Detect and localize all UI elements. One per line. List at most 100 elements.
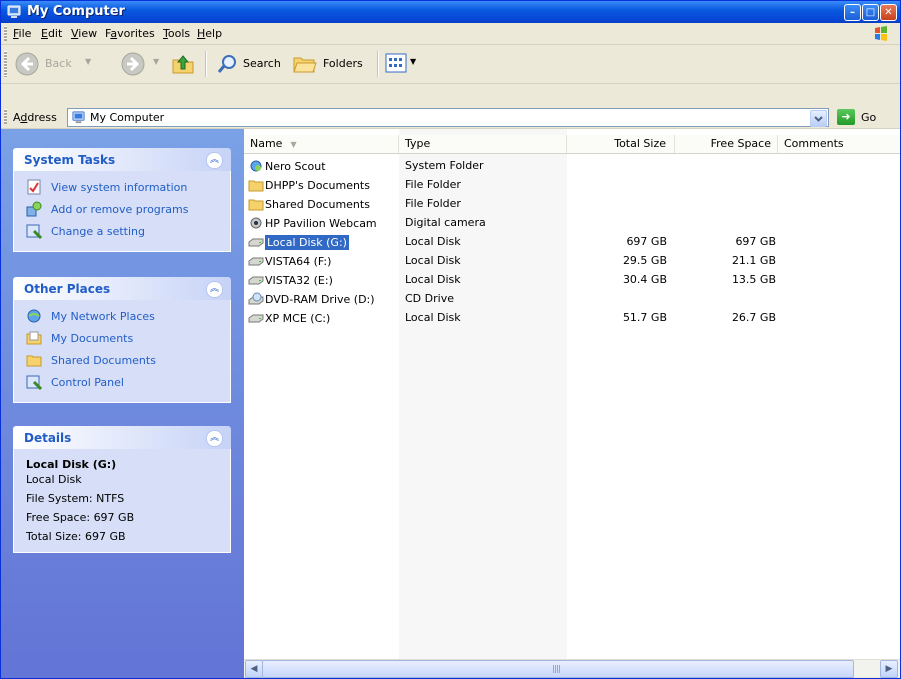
file-type: System Folder <box>405 159 484 172</box>
column-name[interactable]: Name ▼ <box>244 135 399 153</box>
system-tasks-header[interactable]: System Tasks ︽ <box>13 148 231 171</box>
toolbar-grip[interactable] <box>4 109 7 124</box>
go-button[interactable]: Go <box>861 111 876 124</box>
file-total-size: 29.5 GB <box>622 254 667 267</box>
network-icon <box>27 309 41 323</box>
disk-icon <box>248 314 264 323</box>
back-label: Back <box>45 57 72 70</box>
panel-title: Details <box>24 431 72 445</box>
file-name: Nero Scout <box>265 160 326 173</box>
details-header[interactable]: Details ︽ <box>13 426 231 449</box>
place-control-panel[interactable]: Control Panel <box>14 372 230 394</box>
file-row[interactable]: VISTA64 (F:) Local Disk 29.5 GB 21.1 GB <box>244 251 900 270</box>
file-type: Local Disk <box>405 311 461 324</box>
folders-label: Folders <box>323 57 363 70</box>
back-dropdown-icon[interactable]: ▼ <box>85 57 91 66</box>
file-name-cell: Nero Scout <box>246 159 329 174</box>
menu-tools[interactable]: Tools <box>163 27 190 40</box>
documents-icon <box>26 331 42 345</box>
file-row[interactable]: VISTA32 (E:) Local Disk 30.4 GB 13.5 GB <box>244 270 900 289</box>
file-name: Local Disk (G:) <box>265 235 349 250</box>
windows-logo-icon <box>870 25 892 42</box>
place-my-documents[interactable]: My Documents <box>14 328 230 350</box>
task-label: View system information <box>51 181 188 194</box>
up-folder-icon[interactable] <box>171 52 195 76</box>
task-add-remove-programs[interactable]: Add or remove programs <box>14 199 230 221</box>
column-free-space[interactable]: Free Space <box>675 135 778 153</box>
collapse-chevron-icon[interactable]: ︽ <box>206 430 223 447</box>
column-header: Name ▼ Type Total Size Free Space Comment… <box>244 135 900 154</box>
folder-icon <box>26 355 42 367</box>
task-label: Change a setting <box>51 225 145 238</box>
file-row[interactable]: XP MCE (C:) Local Disk 51.7 GB 26.7 GB <box>244 308 900 327</box>
folders-button[interactable]: Folders <box>291 49 371 79</box>
menu-help[interactable]: Help <box>197 27 222 40</box>
maximize-button[interactable]: □ <box>862 4 879 21</box>
other-places-header[interactable]: Other Places ︽ <box>13 277 231 300</box>
place-label: Shared Documents <box>51 354 156 367</box>
file-name: DHPP's Documents <box>265 179 370 192</box>
collapse-chevron-icon[interactable]: ︽ <box>206 152 223 169</box>
place-my-network-places[interactable]: My Network Places <box>14 306 230 328</box>
minimize-button[interactable]: – <box>844 4 861 21</box>
toolbar-separator <box>205 51 207 77</box>
file-list[interactable]: Name ▼ Type Total Size Free Space Comment… <box>244 129 900 659</box>
system-tasks-panel: System Tasks ︽ View system information A… <box>13 148 231 252</box>
file-row[interactable]: HP Pavilion Webcam Digital camera <box>244 213 900 232</box>
search-button[interactable]: Search <box>213 49 291 79</box>
file-row[interactable]: Nero Scout System Folder <box>244 156 900 175</box>
file-row[interactable]: Local Disk (G:) Local Disk 697 GB 697 GB <box>244 232 900 251</box>
scroll-thumb[interactable] <box>262 660 854 678</box>
views-button[interactable]: ▼ <box>385 53 425 75</box>
place-label: Control Panel <box>51 376 124 389</box>
views-icon <box>385 53 407 73</box>
file-name: VISTA64 (F:) <box>265 255 332 268</box>
title-bar[interactable]: My Computer – □ ✕ <box>1 1 900 23</box>
folders-icon <box>293 57 317 73</box>
file-name-cell: Local Disk (G:) <box>246 235 352 250</box>
task-change-a-setting[interactable]: Change a setting <box>14 221 230 243</box>
file-type: Local Disk <box>405 254 461 267</box>
column-type[interactable]: Type <box>399 135 567 153</box>
file-row[interactable]: Shared Documents File Folder <box>244 194 900 213</box>
disk-icon <box>248 276 264 285</box>
toolbar-grip[interactable] <box>4 26 7 41</box>
views-dropdown-icon[interactable]: ▼ <box>410 57 416 66</box>
file-type: File Folder <box>405 197 461 210</box>
menu-favorites[interactable]: Favorites <box>105 27 155 40</box>
go-arrow-icon[interactable]: ➜ <box>837 109 855 125</box>
scroll-right-button[interactable]: ▶ <box>880 660 898 678</box>
column-total-size[interactable]: Total Size <box>567 135 675 153</box>
panel-title: System Tasks <box>24 153 116 167</box>
address-input[interactable]: My Computer <box>67 108 829 127</box>
details-file-system: File System: NTFS <box>26 492 125 505</box>
info-icon <box>27 179 41 195</box>
column-comments[interactable]: Comments <box>778 135 900 153</box>
toolbar-grip[interactable] <box>4 51 7 77</box>
menu-view[interactable]: View <box>71 27 97 40</box>
address-dropdown-button[interactable] <box>810 110 827 127</box>
file-name: HP Pavilion Webcam <box>265 217 377 230</box>
forward-dropdown-icon[interactable]: ▼ <box>153 57 159 66</box>
forward-button[interactable]: ▼ <box>121 49 167 79</box>
scroll-left-button[interactable]: ◀ <box>245 660 263 678</box>
file-name-cell: VISTA64 (F:) <box>246 254 334 269</box>
task-view-system-information[interactable]: View system information <box>14 177 230 199</box>
place-shared-documents[interactable]: Shared Documents <box>14 350 230 372</box>
menu-file[interactable]: File <box>13 27 31 40</box>
horizontal-scrollbar[interactable]: ◀ ▶ <box>244 659 900 678</box>
menu-edit[interactable]: Edit <box>41 27 62 40</box>
file-name: Shared Documents <box>265 198 370 211</box>
file-row[interactable]: DHPP's Documents File Folder <box>244 175 900 194</box>
close-button[interactable]: ✕ <box>880 4 897 21</box>
file-total-size: 30.4 GB <box>622 273 667 286</box>
file-name: XP MCE (C:) <box>265 312 331 325</box>
chevron-down-icon <box>814 116 823 122</box>
dvd-drive-icon <box>248 292 264 305</box>
search-icon <box>217 55 236 73</box>
address-bar: Address My Computer ➜ Go <box>1 106 900 129</box>
back-button[interactable]: Back ▼ <box>13 49 99 79</box>
file-row[interactable]: DVD-RAM Drive (D:) CD Drive <box>244 289 900 308</box>
collapse-chevron-icon[interactable]: ︽ <box>206 281 223 298</box>
search-label: Search <box>243 57 281 70</box>
